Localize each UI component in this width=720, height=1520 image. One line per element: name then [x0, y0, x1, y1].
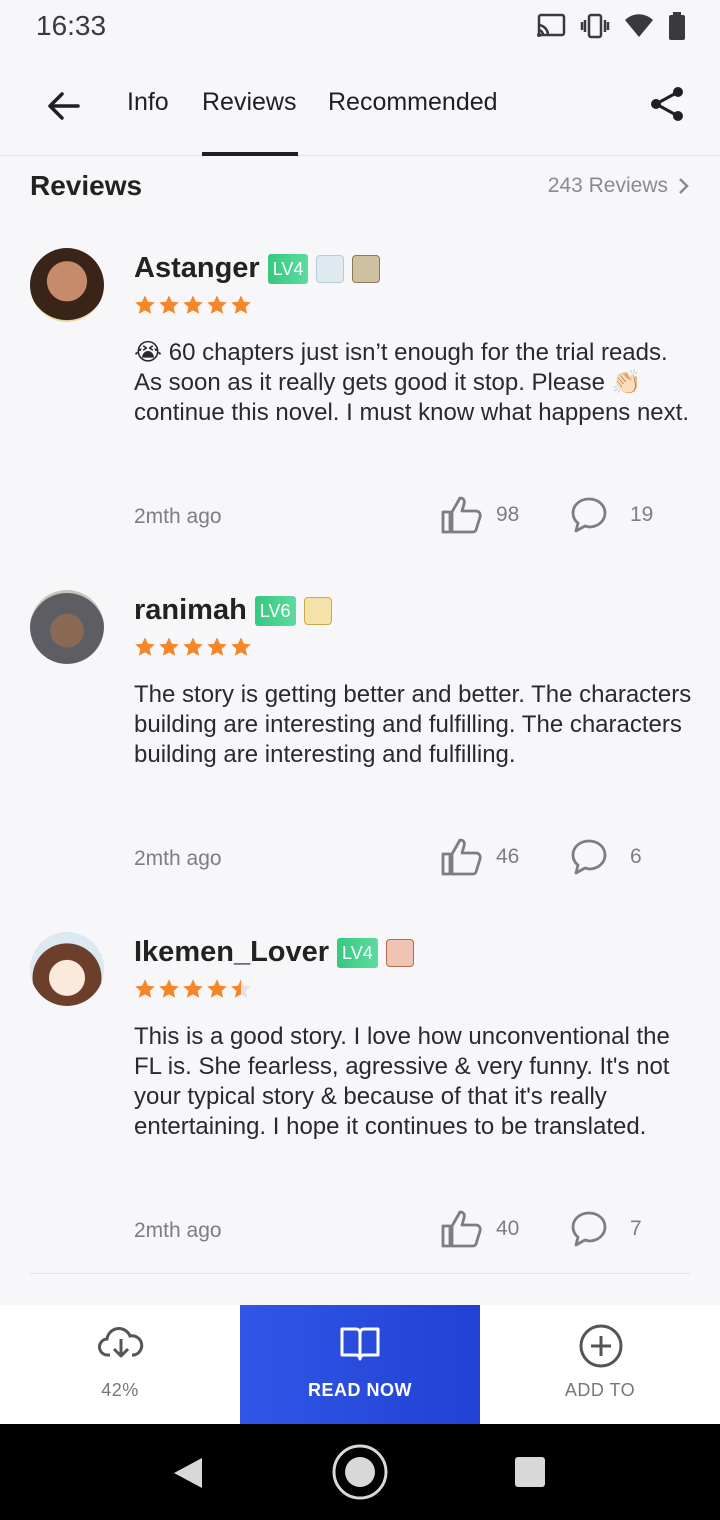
status-bar: 16:33: [0, 0, 720, 56]
add-circle-icon: [579, 1324, 623, 1368]
level-badge: LV4: [267, 253, 309, 284]
back-arrow-icon[interactable]: [44, 86, 84, 126]
username[interactable]: Ikemen_Lover: [134, 936, 329, 969]
comment-button[interactable]: 19: [570, 496, 653, 534]
comment-count: 7: [630, 1217, 642, 1240]
like-count: 98: [496, 503, 520, 526]
all-reviews-link[interactable]: 243 Reviews: [548, 174, 690, 198]
comment-button[interactable]: 7: [570, 1210, 642, 1248]
star-icon: [183, 295, 203, 314]
user-line: ranimah LV6: [134, 594, 332, 627]
user-line: Ikemen_Lover LV4: [134, 936, 414, 969]
like-button[interactable]: 98: [440, 496, 519, 534]
star-icon: [135, 295, 155, 314]
avatar[interactable]: [30, 932, 104, 1006]
tab-info[interactable]: Info: [127, 88, 169, 117]
user-line: Astanger LV4: [134, 252, 381, 285]
battery-icon: [669, 12, 685, 40]
hourglass-medal-icon: [385, 938, 414, 967]
avatar[interactable]: [30, 248, 104, 322]
cast-icon: [537, 13, 566, 37]
rating-stars: [134, 978, 252, 1000]
recents-nav-icon[interactable]: [514, 1456, 546, 1488]
vibrate-icon: [580, 13, 610, 39]
star-icon: [207, 979, 227, 998]
comment-icon: [571, 1211, 607, 1247]
star-icon: [231, 295, 251, 314]
medal-icon: [316, 254, 345, 283]
back-nav-icon[interactable]: [172, 1456, 204, 1490]
username[interactable]: Astanger: [134, 252, 260, 285]
cloud-download-icon: [98, 1327, 144, 1358]
tab-reviews[interactable]: Reviews: [202, 88, 296, 117]
chevron-right-icon: [679, 178, 689, 194]
active-tab-indicator: [202, 152, 298, 156]
like-count: 46: [496, 845, 520, 868]
download-button[interactable]: 42%: [0, 1305, 240, 1424]
thumbs-up-icon: [441, 838, 482, 876]
star-icon: [207, 295, 227, 314]
star-icon: [183, 979, 203, 998]
review-text: The story is getting better and better. …: [134, 681, 692, 768]
review-time: 2mth ago: [134, 505, 222, 528]
add-to-button[interactable]: ADD TO: [480, 1305, 720, 1424]
wifi-icon: [625, 14, 653, 38]
star-icon: [135, 637, 155, 656]
star-icon: [207, 637, 227, 656]
star-icon: [159, 637, 179, 656]
system-nav-bar: [0, 1424, 720, 1520]
status-time: 16:33: [36, 10, 107, 41]
read-now-label: READ NOW: [308, 1380, 412, 1400]
add-to-label: ADD TO: [564, 1380, 636, 1400]
star-icon: [231, 979, 251, 998]
top-nav: Info Reviews Recommended: [0, 56, 720, 156]
review-time: 2mth ago: [134, 847, 222, 870]
action-bar: 42% READ NOW ADD TO: [0, 1305, 720, 1424]
status-icons: [536, 12, 686, 40]
like-count: 40: [496, 1217, 520, 1240]
avatar[interactable]: [30, 590, 104, 664]
star-icon: [183, 637, 203, 656]
share-icon[interactable]: [648, 84, 688, 124]
tab-recommended[interactable]: Recommended: [328, 88, 498, 117]
username[interactable]: ranimah: [134, 594, 247, 627]
section-title: Reviews: [30, 170, 143, 201]
level-badge: LV4: [337, 937, 378, 968]
book-icon: [340, 1327, 380, 1361]
like-button[interactable]: 46: [440, 838, 519, 876]
download-progress-label: 42%: [101, 1380, 139, 1400]
hourglass-medal-icon: [303, 596, 332, 625]
comment-count: 6: [630, 845, 642, 868]
medal-icon: [352, 254, 381, 283]
thumbs-up-icon: [441, 1210, 482, 1248]
review-body: 60 chapters just isn’t enough for the tr…: [134, 339, 689, 426]
star-icon: [159, 979, 179, 998]
reviews-count: 243 Reviews: [547, 174, 668, 197]
review-time: 2mth ago: [134, 1219, 222, 1242]
review-text: 😭 60 chapters just isn’t enough for the …: [134, 338, 694, 428]
comment-count: 19: [630, 503, 654, 526]
star-icon: [135, 979, 155, 998]
crying-emoji: 😭: [134, 339, 163, 366]
review-text: This is a good story. I love how unconve…: [134, 1023, 670, 1140]
comment-icon: [571, 497, 607, 533]
comment-button[interactable]: 6: [570, 838, 642, 876]
divider: [30, 1273, 690, 1274]
thumbs-up-icon: [441, 496, 482, 534]
comment-icon: [571, 839, 607, 875]
rating-stars: [134, 294, 252, 316]
star-icon: [231, 637, 251, 656]
rating-stars: [134, 636, 252, 658]
level-badge: LV6: [254, 595, 296, 626]
star-icon: [159, 295, 179, 314]
read-now-button[interactable]: READ NOW: [240, 1305, 480, 1424]
home-nav-icon[interactable]: [331, 1443, 389, 1501]
like-button[interactable]: 40: [440, 1210, 519, 1248]
